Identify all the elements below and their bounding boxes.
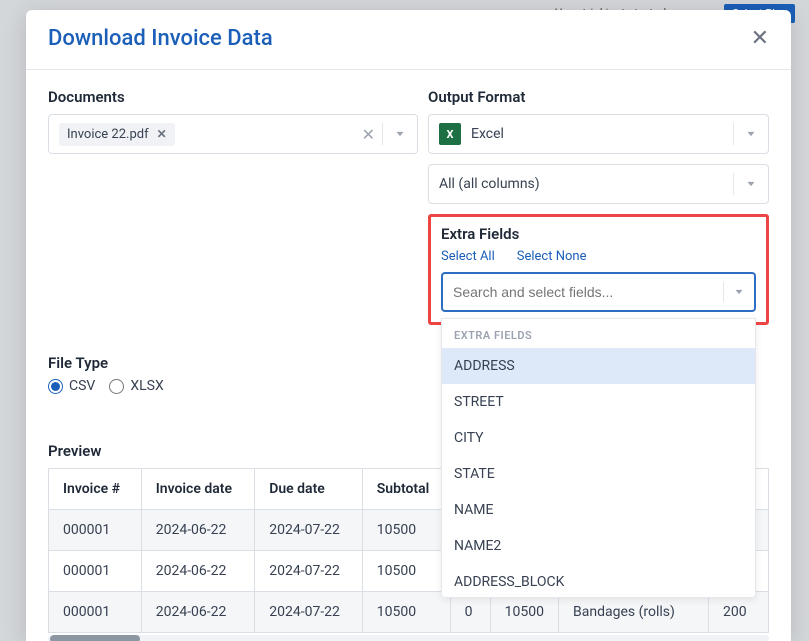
output-format-select[interactable]: X Excel	[428, 114, 769, 154]
extra-fields-panel: Extra Fields Select All Select None	[428, 214, 769, 325]
dropdown-item-address[interactable]: ADDRESS	[442, 348, 755, 384]
documents-select[interactable]: Invoice 22.pdf ✕ ✕	[48, 114, 418, 154]
chevron-down-icon[interactable]	[732, 285, 746, 299]
download-invoice-modal: Download Invoice Data ✕ Documents Invoic…	[26, 10, 791, 641]
col-invoice-date: Invoice date	[141, 469, 255, 510]
document-chip: Invoice 22.pdf ✕	[59, 123, 175, 146]
dropdown-item-state[interactable]: STATE	[442, 456, 755, 492]
radio-csv[interactable]: CSV	[48, 378, 95, 394]
dropdown-item-city[interactable]: CITY	[442, 420, 755, 456]
table-cell: 2024-06-22	[141, 551, 255, 592]
output-format-label: Output Format	[428, 88, 769, 106]
excel-icon: X	[439, 123, 461, 145]
dropdown-item-name2[interactable]: NAME2	[442, 528, 755, 564]
divider	[733, 173, 734, 195]
modal-header: Download Invoice Data ✕	[26, 10, 791, 70]
table-cell: 10500	[362, 510, 450, 551]
chip-label: Invoice 22.pdf	[67, 127, 149, 142]
table-cell: 2024-07-22	[255, 510, 362, 551]
divider	[733, 123, 734, 145]
close-icon[interactable]: ✕	[751, 28, 769, 50]
table-cell: 000001	[49, 510, 142, 551]
radio-xlsx-input[interactable]	[109, 379, 124, 394]
file-type-group: File Type CSV XLSX	[48, 354, 418, 394]
extra-fields-search-input[interactable]	[453, 284, 744, 300]
columns-select[interactable]: All (all columns)	[428, 164, 769, 204]
select-none-link[interactable]: Select None	[517, 249, 587, 264]
table-cell: 2024-06-22	[141, 592, 255, 633]
chevron-down-icon[interactable]	[744, 127, 758, 141]
col-invoice-num: Invoice #	[49, 469, 142, 510]
modal-body: Documents Invoice 22.pdf ✕ ✕ File Type	[26, 70, 791, 641]
extra-fields-dropdown: EXTRA FIELDS ADDRESS STREET CITY STATE N…	[441, 318, 756, 598]
documents-label: Documents	[48, 88, 418, 106]
radio-csv-input[interactable]	[48, 379, 63, 394]
col-subtotal: Subtotal	[362, 469, 450, 510]
dropdown-header: EXTRA FIELDS	[442, 319, 755, 348]
chevron-down-icon[interactable]	[393, 127, 407, 141]
table-cell: 2024-07-22	[255, 551, 362, 592]
radio-xlsx-label: XLSX	[130, 378, 163, 394]
dropdown-item-address-block[interactable]: ADDRESS_BLOCK	[442, 564, 755, 598]
table-cell: 000001	[49, 551, 142, 592]
columns-value: All (all columns)	[439, 176, 768, 192]
divider	[723, 282, 724, 302]
radio-xlsx[interactable]: XLSX	[109, 378, 163, 394]
dropdown-item-name[interactable]: NAME	[442, 492, 755, 528]
table-cell: 2024-07-22	[255, 592, 362, 633]
table-cell: 000001	[49, 592, 142, 633]
table-cell: 10500	[362, 551, 450, 592]
chevron-down-icon[interactable]	[744, 177, 758, 191]
chip-remove-icon[interactable]: ✕	[157, 127, 167, 141]
horizontal-scrollbar[interactable]	[48, 635, 769, 641]
divider	[382, 123, 383, 145]
radio-csv-label: CSV	[69, 378, 95, 394]
table-cell: 10500	[362, 592, 450, 633]
select-all-link[interactable]: Select All	[441, 249, 495, 264]
output-format-value: Excel	[471, 126, 768, 142]
extra-fields-search[interactable]	[441, 272, 756, 312]
col-due-date: Due date	[255, 469, 362, 510]
dropdown-item-street[interactable]: STREET	[442, 384, 755, 420]
extra-fields-label: Extra Fields	[441, 225, 756, 243]
scrollbar-thumb[interactable]	[50, 635, 140, 641]
table-cell: 2024-06-22	[141, 510, 255, 551]
modal-title: Download Invoice Data	[48, 26, 273, 51]
clear-all-icon[interactable]: ✕	[362, 125, 375, 144]
file-type-label: File Type	[48, 354, 418, 372]
